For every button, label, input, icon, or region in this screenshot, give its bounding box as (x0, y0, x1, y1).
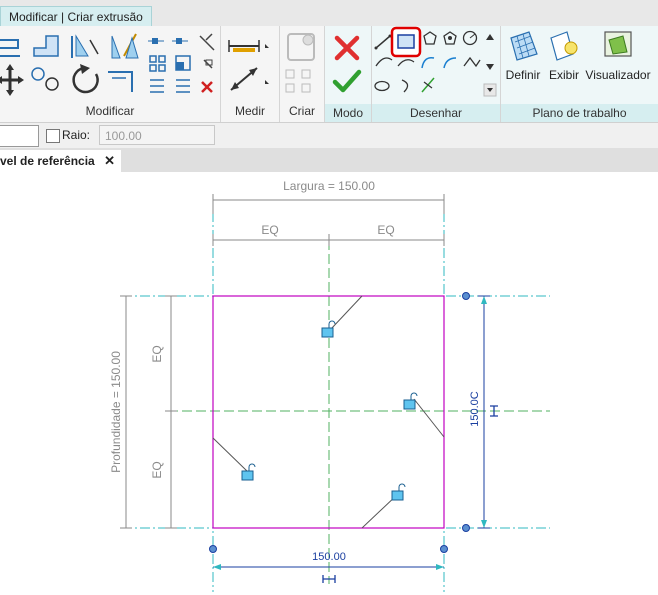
panel-draw: Desenhar (372, 26, 501, 122)
panel-label-mode: Modo (325, 104, 371, 122)
width-dimension-label[interactable]: Largura = 150.00 (283, 179, 375, 193)
circle-tool-icon[interactable] (462, 30, 478, 46)
split-icon[interactable] (148, 38, 188, 44)
split-gap-icon[interactable] (150, 79, 164, 93)
scale-icon[interactable] (175, 55, 191, 71)
workplane-icons (510, 31, 632, 61)
show-workplane-icon[interactable] (550, 31, 578, 61)
panel-label-create: Criar (289, 104, 315, 118)
depth-dimension-label[interactable]: Profundidade = 150.00 (109, 351, 123, 473)
lock-icon-left[interactable] (241, 463, 256, 481)
rotate-icon[interactable] (72, 64, 99, 94)
component-icon (287, 33, 315, 61)
panel-label-modify: Modificar (85, 104, 135, 118)
dimension-icon[interactable] (230, 67, 269, 91)
panel-mode: Modo (325, 26, 372, 122)
partial-ellipse-icon[interactable] (401, 79, 409, 93)
tab-modify-create-extrusion[interactable]: Modificar | Criar extrusão (0, 6, 152, 27)
copy-icon[interactable] (31, 67, 59, 91)
panel-create: Criar (280, 26, 325, 122)
sketch-view[interactable]: Largura = 150.00 EQ EQ Profundidade = 15… (0, 172, 658, 592)
array-icon[interactable] (149, 55, 166, 72)
align-icon[interactable] (0, 39, 20, 57)
create-tools (285, 33, 315, 93)
inscribed-polygon-icon[interactable] (423, 31, 437, 45)
workplane-viewer-label[interactable]: Visualizador (585, 68, 651, 82)
spline-icon[interactable] (463, 56, 481, 68)
move-icon[interactable] (0, 64, 24, 96)
lock-icon-right[interactable] (403, 392, 418, 410)
close-icon[interactable]: ✕ (104, 153, 115, 168)
view-tab-label: vel de referência (0, 154, 95, 168)
workplane-viewer-icon[interactable] (604, 31, 632, 57)
radius-field: 100.00 (99, 125, 215, 145)
trim-icon[interactable] (108, 71, 133, 92)
dimension-grips[interactable] (209, 292, 470, 553)
set-workplane-icon[interactable] (510, 31, 538, 61)
center-reference-planes (168, 240, 550, 584)
eq-label-left[interactable]: EQ (261, 223, 278, 237)
eq-label-right[interactable]: EQ (377, 223, 394, 237)
draw-scroll-down-icon[interactable] (486, 64, 494, 70)
draw-tools (374, 26, 497, 97)
drawing-canvas[interactable]: Largura = 150.00 EQ EQ Profundidade = 15… (0, 172, 658, 592)
radius-checkbox[interactable] (46, 129, 60, 143)
panel-workplane: Definir Exibir Visualizador Plano de tra… (501, 26, 658, 122)
pin-icon[interactable] (199, 33, 215, 51)
bottom-dimension-value[interactable]: 150.00 (312, 551, 346, 563)
start-end-arc-icon[interactable] (375, 57, 393, 67)
ellipse-icon[interactable] (374, 80, 390, 92)
panel-label-draw: Desenhar (372, 104, 500, 122)
fillet-arc-icon[interactable] (443, 57, 457, 69)
panel-measure: Medir (221, 26, 280, 122)
view-tab[interactable]: vel de referência ✕ (0, 150, 121, 172)
group-icon (285, 69, 311, 93)
reference-planes (122, 212, 550, 592)
offset-icon[interactable] (33, 35, 59, 57)
line-tool-icon[interactable] (374, 34, 392, 50)
radius-label: Raio: (62, 128, 91, 142)
align-list-icon[interactable] (176, 79, 190, 93)
eq-label-top[interactable]: EQ (150, 345, 164, 362)
show-workplane-label[interactable]: Exibir (547, 68, 581, 82)
rectangle-tool-icon[interactable] (397, 34, 415, 49)
eq-label-bottom[interactable]: EQ (150, 461, 164, 478)
pick-lines-icon[interactable] (421, 77, 435, 93)
dimension-lines (120, 194, 490, 568)
options-bar: Raio: 100.00 (0, 122, 658, 150)
offset-field[interactable] (0, 125, 39, 147)
draw-scroll-up-icon[interactable] (486, 34, 494, 40)
delete-icon[interactable] (201, 81, 213, 93)
dimension-arrows (213, 296, 487, 570)
panel-modify: Modificar (0, 26, 221, 122)
draw-expand-icon[interactable] (483, 83, 497, 97)
right-dimension-value[interactable]: 150.0C (469, 391, 481, 427)
finish-edit-icon[interactable] (332, 69, 362, 93)
mode-tools (332, 35, 362, 93)
lock-icon-top[interactable] (321, 320, 336, 338)
panel-label-measure: Medir (234, 104, 265, 118)
lock-icon-bottom[interactable] (391, 483, 406, 501)
unpin-icon[interactable] (203, 59, 213, 69)
modify-tools (0, 33, 215, 96)
center-arc-icon[interactable] (397, 59, 415, 67)
circumscribed-polygon-icon[interactable] (443, 31, 457, 45)
measure-tools (228, 40, 269, 91)
measure-icon[interactable] (228, 40, 269, 52)
cancel-edit-icon[interactable] (334, 35, 360, 61)
tangent-arc-icon[interactable] (421, 56, 435, 69)
mirror-axis-icon[interactable] (71, 34, 99, 58)
mirror-draw-icon[interactable] (111, 33, 139, 59)
panel-label-workplane: Plano de trabalho (501, 104, 658, 122)
set-workplane-label[interactable]: Definir (505, 68, 541, 82)
